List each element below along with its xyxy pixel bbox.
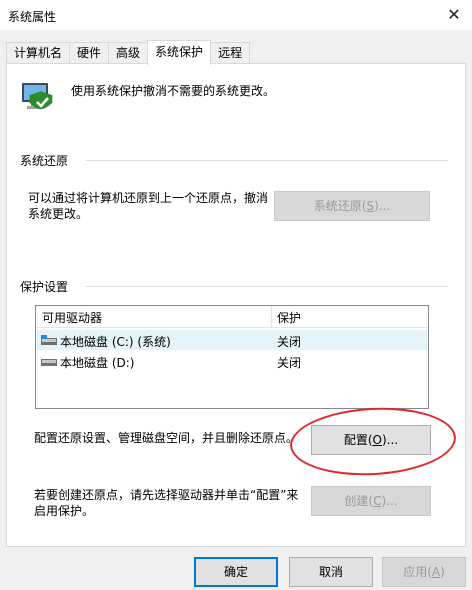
create-label-prefix: 创建( xyxy=(344,494,374,508)
section-divider xyxy=(86,160,448,161)
drive-row[interactable]: 本地磁盘 (D:) 关闭 xyxy=(36,351,428,371)
system-protection-icon xyxy=(22,83,53,110)
restore-description-line1: 可以通过将计算机还原到上一个还原点，撤消 xyxy=(28,191,269,205)
tab-strip: 计算机名 硬件 高级 系统保护 远程 xyxy=(6,40,251,65)
tab-computer-name[interactable]: 计算机名 xyxy=(6,42,71,64)
tab-hardware[interactable]: 硬件 xyxy=(69,42,110,64)
restore-description-line2: 系统更改。 xyxy=(28,207,89,221)
configure-label-suffix: )... xyxy=(382,433,399,447)
drive-protection-status: 关闭 xyxy=(277,356,302,370)
create-label-suffix: )... xyxy=(381,494,398,508)
configure-label-prefix: 配置( xyxy=(343,433,373,447)
apply-label-suffix: ) xyxy=(440,565,445,579)
section-divider xyxy=(86,286,448,287)
drive-icon xyxy=(41,359,57,366)
close-icon[interactable]: ✕ xyxy=(444,5,464,25)
protection-section-title: 保护设置 xyxy=(20,278,75,295)
create-description-line1: 若要创建还原点，请先选择驱动器并单击“配置”来 xyxy=(34,488,299,502)
tab-system-protection[interactable]: 系统保护 xyxy=(147,40,212,65)
configure-description: 配置还原设置、管理磁盘空间，并且删除还原点。 xyxy=(34,431,299,445)
system-restore-accel: S xyxy=(366,199,375,213)
intro-text: 使用系统保护撤消不需要的系统更改。 xyxy=(71,84,276,98)
column-protection[interactable]: 保护 xyxy=(277,309,301,326)
restore-section-title: 系统还原 xyxy=(20,152,75,169)
configure-button[interactable]: 配置(O)... xyxy=(311,425,431,455)
apply-accel: A xyxy=(431,565,441,579)
title-bar: 系统属性 ✕ xyxy=(0,0,472,30)
ok-button[interactable]: 确定 xyxy=(194,557,278,587)
window-title: 系统属性 xyxy=(8,10,57,24)
column-separator xyxy=(271,306,272,328)
restore-description: 可以通过将计算机还原到上一个还原点，撤消 系统更改。 xyxy=(28,190,268,222)
system-restore-label-suffix: )... xyxy=(374,199,391,213)
create-description-line2: 启用保护。 xyxy=(34,504,95,518)
drive-name: 本地磁盘 (D:) xyxy=(60,356,135,370)
tab-remote[interactable]: 远程 xyxy=(210,42,251,64)
apply-button[interactable]: 应用(A) xyxy=(382,557,466,587)
system-restore-button[interactable]: 系统还原(S)... xyxy=(274,191,430,221)
system-drive-icon xyxy=(41,335,57,345)
create-button[interactable]: 创建(C)... xyxy=(311,486,431,516)
column-available-drives[interactable]: 可用驱动器 xyxy=(42,309,102,326)
cancel-button[interactable]: 取消 xyxy=(289,557,373,587)
drive-row[interactable]: 本地磁盘 (C:) (系统) 关闭 xyxy=(36,330,428,350)
configure-accel: O xyxy=(372,433,382,447)
drive-protection-status: 关闭 xyxy=(277,335,302,349)
drive-list[interactable]: 可用驱动器 保护 本地磁盘 (C:) (系统) 关闭 本地磁盘 (D:) 关闭 xyxy=(35,305,429,409)
tab-advanced[interactable]: 高级 xyxy=(108,42,149,64)
create-description: 若要创建还原点，请先选择驱动器并单击“配置”来 启用保护。 xyxy=(34,487,298,519)
system-restore-label-prefix: 系统还原( xyxy=(313,199,367,213)
drive-name: 本地磁盘 (C:) (系统) xyxy=(60,335,171,349)
drive-list-header: 可用驱动器 保护 xyxy=(36,306,428,328)
apply-label-prefix: 应用( xyxy=(403,565,432,579)
